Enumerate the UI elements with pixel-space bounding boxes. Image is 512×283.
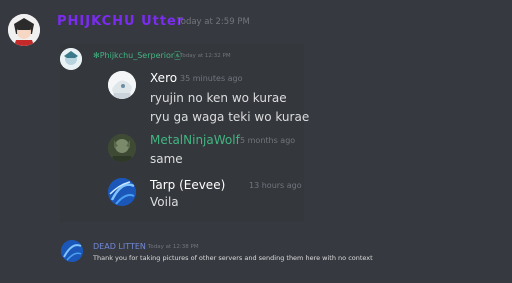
- message-text-tarp: Voila: [150, 195, 179, 209]
- deadlitten-avatar[interactable]: [61, 240, 83, 262]
- quoted-author-name[interactable]: ✻Phijkchu_Serperior🀀: [93, 51, 181, 61]
- message-author-metalninjawolf[interactable]: MetalNinjaWolf: [150, 133, 240, 147]
- outer-timestamp: Today at 2:59 PM: [177, 17, 250, 27]
- message-author-xero[interactable]: Xero: [150, 71, 177, 85]
- outer-author-avatar[interactable]: [8, 14, 40, 46]
- deadlitten-author-name[interactable]: DEAD LITTEN: [93, 242, 146, 251]
- quoted-author-avatar[interactable]: [60, 48, 82, 70]
- metalninjawolf-avatar[interactable]: [108, 134, 136, 162]
- message-timestamp-tarp: 13 hours ago: [249, 181, 302, 190]
- xero-avatar[interactable]: [108, 71, 136, 99]
- deadlitten-timestamp: Today at 12:38 PM: [148, 244, 199, 250]
- anime-avatar-icon: [8, 14, 40, 46]
- outer-author-name[interactable]: PHIJKCHU Utter: [57, 14, 184, 29]
- message-timestamp-xero: 35 minutes ago: [180, 74, 243, 83]
- message-text-xero-line2: ryu ga waga teki wo kurae: [150, 110, 310, 124]
- message-text-xero-line1: ryujin no ken wo kurae: [150, 91, 287, 105]
- message-timestamp-metalninjawolf: 5 months ago: [240, 136, 296, 145]
- deadlitten-message-text: Thank you for taking pictures of other s…: [93, 254, 373, 262]
- blue-swirl-avatar-icon: [61, 240, 83, 262]
- white-anime-avatar-icon: [108, 71, 136, 99]
- message-author-tarp[interactable]: Tarp (Eevee): [150, 178, 225, 192]
- blue-swirl-avatar-icon: [108, 178, 136, 206]
- tarp-avatar[interactable]: [108, 178, 136, 206]
- anime-avatar-icon: [60, 48, 82, 70]
- wolf-avatar-icon: [108, 134, 136, 162]
- quoted-timestamp: Today at 12:32 PM: [180, 53, 231, 59]
- message-text-metalninjawolf: same: [150, 152, 183, 166]
